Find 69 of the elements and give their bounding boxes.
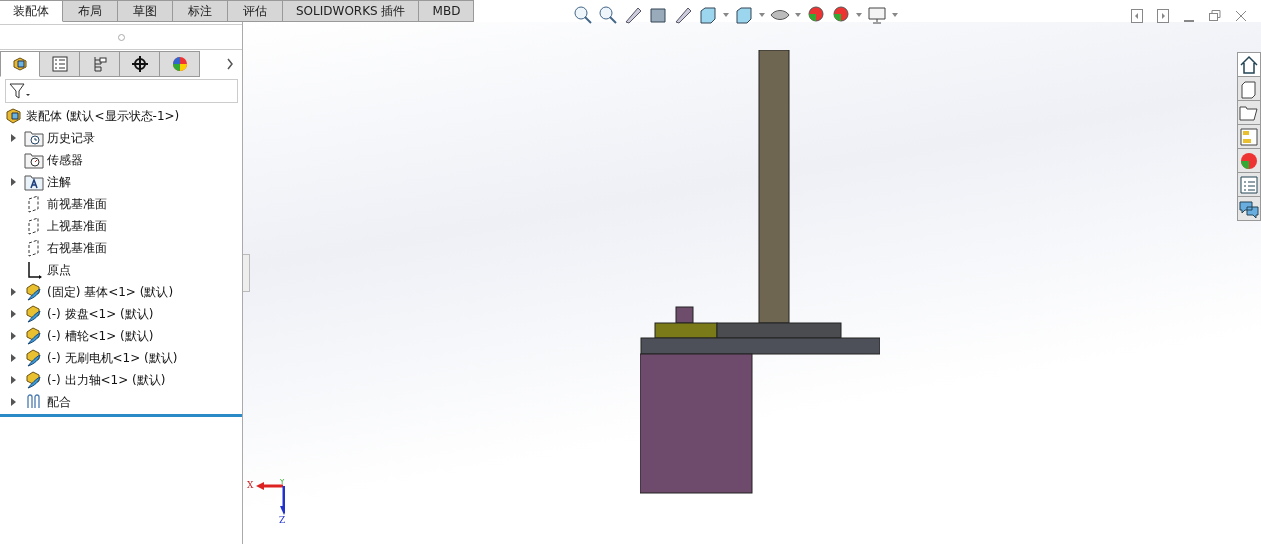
custom-properties-icon[interactable]	[1239, 174, 1259, 195]
expand-arrow-icon[interactable]	[10, 134, 16, 142]
expand-arrow-icon[interactable]	[10, 354, 16, 362]
assembly-icon	[5, 107, 23, 125]
folder-clock-icon	[24, 129, 44, 147]
crosshair-icon	[130, 55, 149, 73]
zoom-fit-icon[interactable]	[573, 5, 593, 25]
tree-item[interactable]: 上视基准面	[47, 217, 107, 235]
expand-arrow-icon[interactable]	[10, 332, 16, 340]
caret-icon[interactable]	[892, 13, 898, 17]
close-icon[interactable]	[1235, 9, 1247, 23]
tree-item[interactable]: (-) 无刷电机<1> (默认)	[47, 349, 178, 367]
caret-icon[interactable]	[723, 13, 729, 17]
part-icon	[24, 349, 44, 367]
tree-item[interactable]: (固定) 基体<1> (默认)	[47, 283, 174, 301]
color-wheel-icon	[170, 55, 189, 73]
part-icon	[24, 327, 44, 345]
display-manager-tab[interactable]	[160, 51, 200, 77]
expand-arrow-icon[interactable]	[10, 178, 16, 186]
forum-icon[interactable]	[1239, 198, 1259, 219]
part-icon	[24, 283, 44, 301]
tile-right-icon[interactable]	[1157, 9, 1169, 23]
expand-arrow-icon[interactable]	[10, 398, 16, 406]
tree-item[interactable]: (-) 拨盘<1> (默认)	[47, 305, 154, 323]
filter-icon	[9, 83, 31, 99]
tile-left-icon[interactable]	[1131, 9, 1143, 23]
caret-icon[interactable]	[795, 13, 801, 17]
expand-arrow-icon[interactable]	[10, 376, 16, 384]
appearance-icon[interactable]	[1239, 150, 1259, 171]
ribbon-tab[interactable]: SOLIDWORKS 插件	[283, 0, 420, 22]
filter-field[interactable]	[5, 79, 238, 103]
expand-arrow-icon[interactable]	[10, 310, 16, 318]
caret-icon[interactable]	[759, 13, 765, 17]
x-axis-label: X	[247, 480, 254, 490]
dimxpert-manager-tab[interactable]	[120, 51, 160, 77]
cube-icon	[11, 55, 29, 73]
feature-manager-tab[interactable]	[0, 51, 40, 77]
caret-icon[interactable]	[856, 13, 862, 17]
ribbon-tab[interactable]: 装配体	[0, 0, 63, 22]
folder-letter-icon	[24, 173, 44, 191]
tree-item[interactable]: 配合	[47, 393, 71, 411]
tree-item[interactable]: 传感器	[47, 151, 83, 169]
part-icon	[24, 305, 44, 323]
tree-item[interactable]: 右视基准面	[47, 239, 107, 257]
folder-gauge-icon	[24, 151, 44, 169]
home-icon[interactable]	[1239, 54, 1259, 75]
tree-item[interactable]: (-) 槽轮<1> (默认)	[47, 327, 154, 345]
property-manager-tab[interactable]	[40, 51, 80, 77]
tree-item[interactable]: 历史记录	[47, 129, 95, 147]
tree-item[interactable]: (-) 出力轴<1> (默认)	[47, 371, 166, 389]
zoom-area-icon[interactable]	[598, 5, 618, 25]
ribbon-tab[interactable]: 草图	[118, 0, 173, 22]
list-icon	[50, 55, 69, 73]
expand-arrow-icon[interactable]	[10, 288, 16, 296]
restore-icon[interactable]	[1209, 9, 1221, 23]
tree-item[interactable]: 装配体 (默认<显示状态-1>)	[26, 107, 180, 125]
ribbon-tab[interactable]: 布局	[63, 0, 118, 22]
ribbon-tab[interactable]: 标注	[173, 0, 228, 22]
ribbon-tab[interactable]: 评估	[228, 0, 283, 22]
ribbon-tab[interactable]: MBD	[419, 0, 475, 22]
tree-item[interactable]: 原点	[47, 261, 71, 279]
chevron-right-icon[interactable]	[226, 58, 234, 70]
tree-item[interactable]: 注解	[47, 173, 71, 191]
panel-splitter-handle[interactable]	[243, 254, 250, 292]
part-icon	[24, 371, 44, 389]
tree-item[interactable]: 前视基准面	[47, 195, 107, 213]
z-axis-label: Z	[279, 515, 286, 525]
display-icon[interactable]	[867, 5, 887, 25]
view-palette-icon[interactable]	[1239, 126, 1259, 147]
